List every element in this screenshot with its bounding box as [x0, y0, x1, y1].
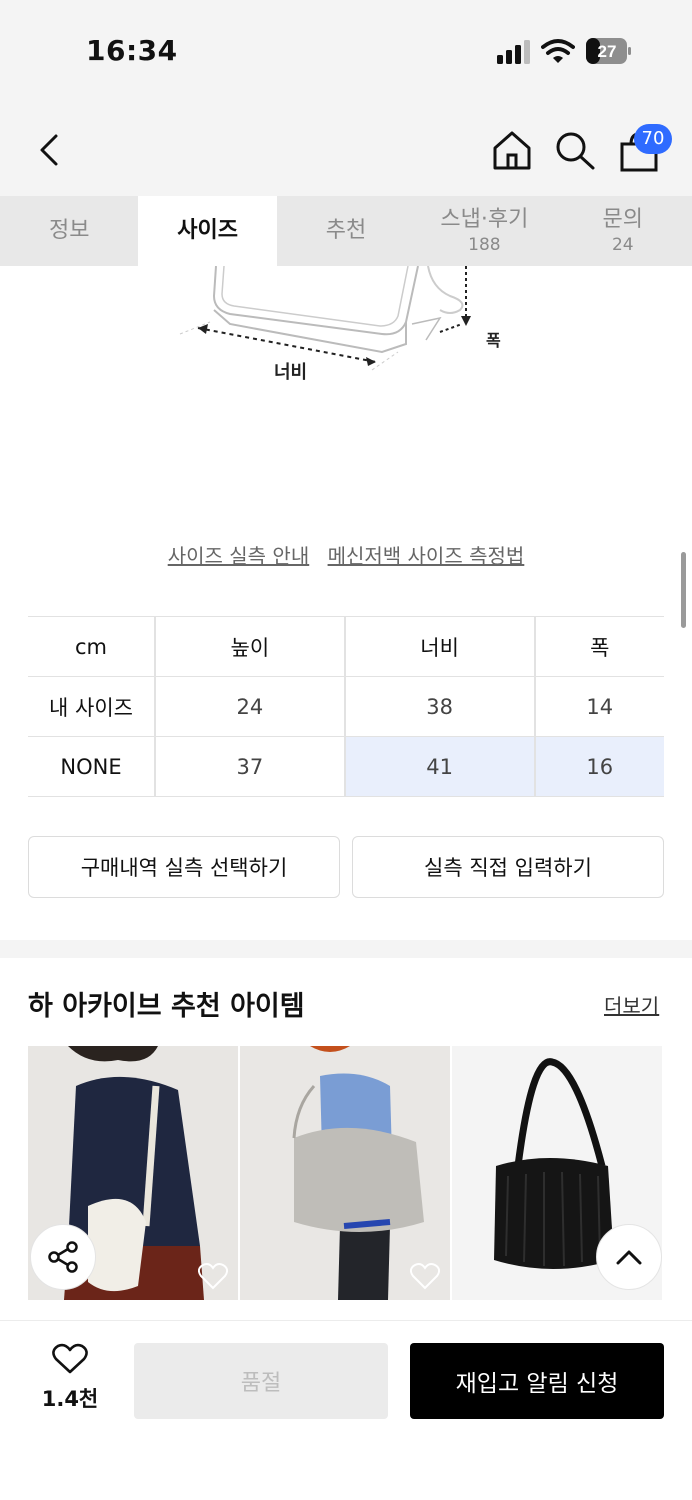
tab-label: 추천: [325, 218, 367, 243]
table-row-label: NONE: [28, 736, 155, 797]
depth-label: 폭: [486, 331, 501, 350]
tab-label: 문의: [602, 207, 643, 232]
purchase-history-select-button[interactable]: 구매내역 실측 선택하기: [28, 836, 340, 898]
table-cell: 38: [343, 676, 535, 737]
recommend-section-title: 하 아카이브 추천 아이템: [28, 991, 305, 1022]
bottom-action-bar: 1.4천 품절 재입고 알림 신청: [0, 1320, 692, 1500]
size-guide-link[interactable]: 사이즈 실측 안내: [168, 544, 310, 568]
heart-icon: [52, 1343, 88, 1374]
chevron-up-icon: [616, 1250, 642, 1265]
manual-input-button[interactable]: 실측 직접 입력하기: [352, 836, 664, 898]
table-cell: 37: [154, 736, 345, 797]
status-bar: 16:34 27: [0, 0, 692, 100]
section-divider: [0, 940, 692, 958]
tab-info[interactable]: 정보: [0, 196, 138, 266]
tab-recommend[interactable]: 추천: [277, 196, 415, 266]
table-header-cell: 폭: [533, 616, 664, 677]
table-cell-highlighted: 16: [533, 736, 664, 797]
wishlist-heart-icon[interactable]: [198, 1262, 228, 1290]
size-table: cm 높이 너비 폭 내 사이즈 24 38 14 NONE 37 41 16: [28, 616, 664, 797]
width-label: 너비: [274, 362, 307, 383]
back-arrow-icon[interactable]: [30, 130, 70, 170]
table-header-row: cm 높이 너비 폭: [28, 616, 664, 677]
cellular-signal-icon: [497, 40, 530, 64]
size-guide-links: 사이즈 실측 안내 메신저백 사이즈 측정법: [0, 540, 692, 569]
share-button[interactable]: [30, 1224, 96, 1290]
tab-label: 정보: [48, 218, 90, 243]
table-row: NONE 37 41 16: [28, 736, 664, 797]
wishlist-heart-icon[interactable]: [410, 1262, 440, 1290]
tab-size[interactable]: 사이즈: [138, 196, 277, 266]
table-header-cell: 너비: [343, 616, 535, 677]
table-cell: 24: [154, 676, 345, 737]
bag-measurement-diagram: 너비 폭: [179, 266, 501, 383]
tab-snap-review[interactable]: 스냅·후기 188: [415, 196, 553, 266]
table-row-label: 내 사이즈: [28, 676, 155, 737]
like-button[interactable]: 1.4천: [30, 1343, 110, 1413]
size-action-buttons: 구매내역 실측 선택하기 실측 직접 입력하기: [28, 836, 664, 898]
product-card[interactable]: [240, 1046, 450, 1300]
tab-label: 스냅·후기: [440, 207, 529, 232]
measure-method-link[interactable]: 메신저백 사이즈 측정법: [328, 544, 525, 568]
tab-count: 188: [468, 235, 501, 255]
table-cell: 14: [533, 676, 664, 737]
soldout-button: 품절: [134, 1343, 388, 1419]
battery-icon: 27: [586, 38, 631, 64]
restock-alert-button[interactable]: 재입고 알림 신청: [410, 1343, 664, 1419]
nav-header: 70: [0, 100, 692, 196]
recommend-carousel: [28, 1046, 692, 1300]
tab-inquiry[interactable]: 문의 24: [554, 196, 692, 266]
like-count: 1.4천: [41, 1387, 99, 1411]
wifi-icon: [541, 39, 575, 63]
table-header-cell: 높이: [154, 616, 345, 677]
scroll-to-top-button[interactable]: [596, 1224, 662, 1290]
see-more-link[interactable]: 더보기: [604, 990, 659, 1019]
product-tabs: 정보 사이즈 추천 스냅·후기 188 문의 24: [0, 196, 692, 266]
search-icon[interactable]: [554, 130, 596, 170]
cart-count-badge: 70: [634, 124, 672, 154]
table-header-cell: cm: [28, 616, 155, 677]
table-row: 내 사이즈 24 38 14: [28, 676, 664, 737]
tab-label: 사이즈: [177, 218, 238, 243]
tab-count: 24: [611, 235, 634, 255]
status-time: 16:34: [86, 34, 178, 67]
home-icon[interactable]: [490, 130, 534, 170]
scrollbar-thumb[interactable]: [681, 552, 686, 628]
table-cell-highlighted: 41: [343, 736, 535, 797]
battery-level: 27: [598, 42, 617, 61]
share-icon: [48, 1241, 78, 1273]
